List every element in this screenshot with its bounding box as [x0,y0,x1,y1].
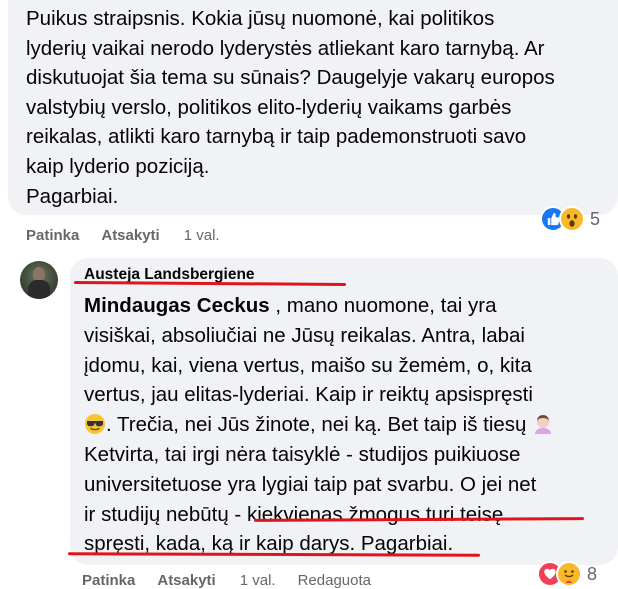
comment-line-text: , mano nuomone, tai yra [269,294,497,317]
timestamp[interactable]: 1 val. [184,227,220,244]
edited-label[interactable]: Redaguota [298,572,371,589]
comment-line: universitetuose yra lygiai taip pat svar… [84,472,537,496]
reaction-summary[interactable]: 5 [540,205,600,233]
reaction-summary[interactable]: 8 [537,560,597,588]
comment-line-text: . Trečia, nei Jūs žinote, nei ką. Bet ta… [106,413,527,437]
reaction-count: 5 [590,208,601,229]
sunglasses-emoji-icon [84,413,106,435]
comment-actions: Patinka Atsakyti 1 val. Redaguota [82,572,371,589]
comment-signoff: Pagarbiai. [26,184,119,208]
comment-bubble: Puikus straipsnis. Kokia jūsų nuomonė, k… [8,0,618,215]
wow-icon [559,206,585,232]
comment-line: Mindaugas Ceckus , mano nuomone, tai yra [84,291,584,321]
comment-line: visiškai, absoliučiai ne Jūsų reikalas. … [84,323,525,347]
like-button[interactable]: Patinka [26,227,79,244]
comment-line: valstybių verslo, politikos elito-lyderi… [26,95,512,119]
reply-button[interactable]: Atsakyti [101,227,159,244]
comment-line: reikalas, atlikti karo tarnybą ir taip p… [26,125,527,149]
mention-link[interactable]: Mindaugas Ceckus [84,294,270,317]
care-icon [556,561,582,587]
comment-text: Puikus straipsnis. Kokia jūsų nuomonė, k… [26,4,608,211]
comment-line: ir studijų nebūtų - kiekvienas žmogus tu… [84,502,504,526]
avatar-head [33,267,45,281]
comment-line: Puikus straipsnis. Kokia jūsų nuomonė, k… [26,7,495,30]
comment-line: diskutuojat šia tema su sūnais? Daugelyj… [26,66,555,90]
comment-line: Ketvirta, tai irgi nėra taisyklė - studi… [84,442,521,466]
timestamp[interactable]: 1 val. [240,572,276,589]
reply-button[interactable]: Atsakyti [157,572,215,589]
comment-line: lyderių vaikai nerodo lyderystės atlieka… [26,36,545,60]
comment-line: . Trečia, nei Jūs žinote, nei ką. Bet ta… [84,410,584,440]
comment-line: įdomu, kai, viena vertus, maišo su žemėm… [84,353,532,377]
comment-actions: Patinka Atsakyti 1 val. [26,227,220,244]
comment-line: vertus, jau elitas-lyderiai. Kaip ir rei… [84,383,533,407]
reaction-count: 8 [587,563,598,584]
avatar[interactable] [20,261,58,299]
person-facepalm-emoji-icon [532,413,554,435]
avatar-body [28,280,50,299]
like-button[interactable]: Patinka [82,572,135,589]
comment-line: kaip lyderio poziciją. [26,154,210,178]
